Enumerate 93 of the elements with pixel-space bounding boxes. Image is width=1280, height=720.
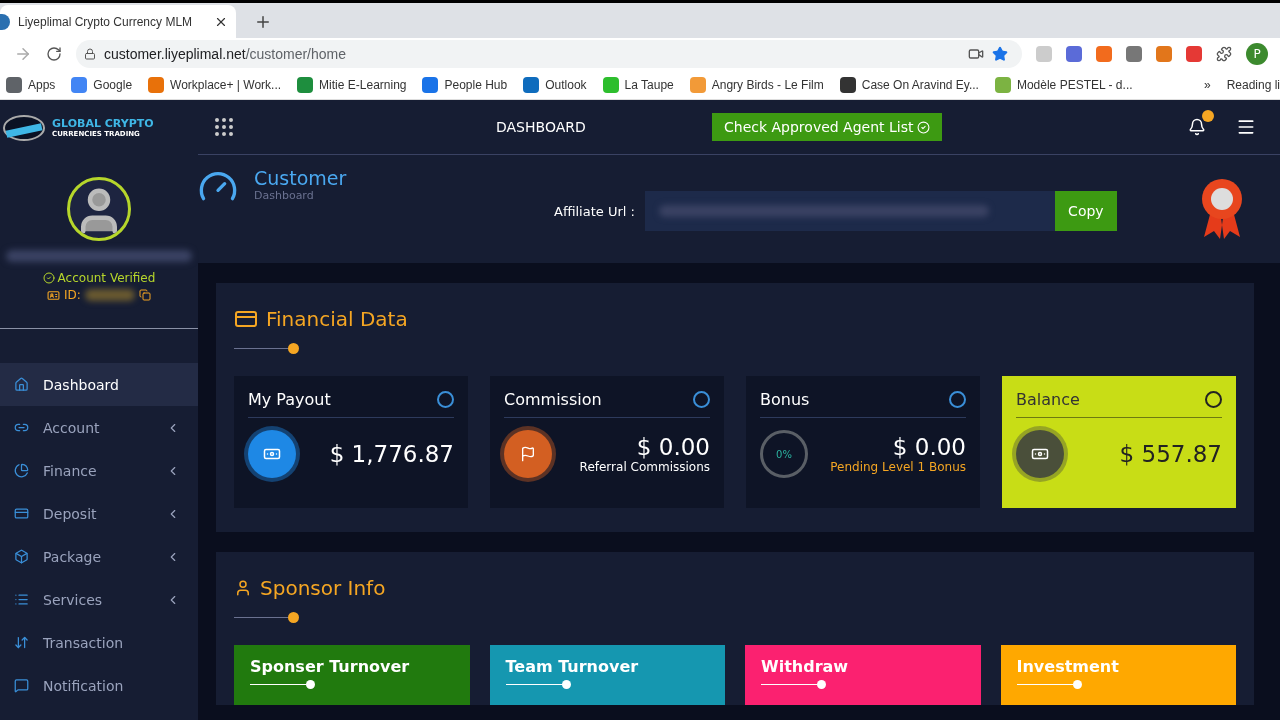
card-title: Team Turnover <box>505 657 640 676</box>
bookmark[interactable]: Mitie E-Learning <box>297 76 407 93</box>
nav-icon <box>14 592 29 607</box>
id-label: ID: <box>64 288 81 302</box>
card-title: Withdraw <box>761 657 850 676</box>
apps-grid-icon[interactable] <box>212 115 236 139</box>
nav-icon <box>14 463 29 478</box>
new-tab-icon[interactable] <box>254 13 272 31</box>
id-card-icon <box>47 288 61 302</box>
address-bar[interactable]: customer.liyeplimal.net/customer/home <box>76 40 1022 68</box>
reading-list[interactable]: Reading li <box>1226 77 1280 92</box>
sidebar-item[interactable]: Package <box>0 535 198 578</box>
card-underline <box>250 680 315 689</box>
sidebar-item[interactable]: Transaction <box>0 621 198 664</box>
nav-icon <box>14 377 29 392</box>
card-title: Sponser Turnover <box>250 657 411 676</box>
browser-tab[interactable]: Liyeplimal Crypto Currency MLM <box>0 5 236 38</box>
notification-badge <box>1202 110 1214 122</box>
extension-icon[interactable] <box>1096 46 1112 62</box>
bookmark[interactable]: Angry Birds - Le Film <box>689 76 824 93</box>
reload-icon[interactable] <box>46 46 62 62</box>
check-icon <box>42 272 55 284</box>
card-title: Investment <box>1016 657 1120 676</box>
affiliate-url-field[interactable] <box>644 191 1055 231</box>
title-underline <box>234 612 299 623</box>
star-icon[interactable] <box>992 46 1008 62</box>
forward-icon[interactable] <box>14 45 32 63</box>
header-title: DASHBOARD <box>496 119 587 135</box>
nav-icon <box>14 635 29 650</box>
sidebar-item[interactable]: Finance <box>0 449 198 492</box>
ring-icon <box>437 391 454 408</box>
sidebar-item[interactable]: Dashboard <box>0 363 198 406</box>
card-underline <box>505 680 571 689</box>
card-title: My Payout <box>248 390 331 409</box>
amount: $ 0.00 <box>892 434 966 460</box>
amount: $ 1,776.87 <box>329 441 454 467</box>
extension-icon[interactable] <box>1126 46 1142 62</box>
lock-icon <box>84 48 96 60</box>
ring-icon <box>1205 391 1222 408</box>
award-ribbon-icon <box>1200 177 1244 239</box>
check-icon <box>917 120 931 134</box>
sidebar-item[interactable]: Account <box>0 406 198 449</box>
sidebar-item[interactable]: Deposit <box>0 492 198 535</box>
amount-note: Referral Commissions <box>579 460 710 474</box>
account-status: Account Verified <box>57 271 156 285</box>
blurred-id <box>84 289 135 301</box>
nav-icon <box>14 506 29 521</box>
affiliate-label: Affiliate Url : <box>554 203 635 219</box>
bookmark[interactable]: Outlook <box>523 76 587 93</box>
card-underline <box>1016 680 1082 689</box>
progress-ring: 0% <box>760 430 808 478</box>
menu-icon[interactable] <box>1236 117 1256 137</box>
card-title: Bonus <box>760 390 810 409</box>
amount: $ 557.87 <box>1119 441 1222 467</box>
bookmark[interactable]: Case On Aravind Ey... <box>839 76 979 93</box>
bookmark[interactable]: Modèle PESTEL - d... <box>994 76 1133 93</box>
bookmark[interactable]: Apps <box>6 76 56 93</box>
card-title: Balance <box>1016 390 1080 409</box>
copy-button[interactable]: Copy <box>1054 191 1117 231</box>
title-underline <box>234 343 299 354</box>
bookmark[interactable]: People Hub <box>422 76 508 93</box>
bookmark[interactable]: La Taupe <box>602 76 674 93</box>
page-subtitle: Dashboard <box>254 189 315 202</box>
url-text: customer.liyeplimal.net/customer/home <box>104 46 346 62</box>
agent-list-button[interactable]: Check Approved Agent List <box>712 113 943 141</box>
section-title: Financial Data <box>266 307 408 331</box>
extension-icon[interactable] <box>1186 46 1202 62</box>
logo-icon <box>2 112 46 143</box>
bookmark[interactable]: Workplace+ | Work... <box>148 76 282 93</box>
sidebar-item[interactable]: Services <box>0 578 198 621</box>
more-bookmarks[interactable]: » <box>1203 77 1211 92</box>
amount-note: Pending Level 1 Bonus <box>830 460 966 474</box>
page-title: Customer <box>254 167 348 189</box>
nav-icon <box>14 549 29 564</box>
favicon-icon <box>0 13 10 30</box>
sidebar-item[interactable]: Notification <box>0 664 198 707</box>
puzzle-icon[interactable] <box>1216 46 1232 62</box>
copy-icon[interactable] <box>138 289 151 301</box>
amount: $ 0.00 <box>636 434 710 460</box>
card-title: Commission <box>504 390 602 409</box>
nav-icon <box>14 678 29 693</box>
bell-icon[interactable] <box>1188 118 1206 136</box>
card-underline <box>761 680 826 689</box>
section-title: Sponsor Info <box>260 576 386 600</box>
camera-icon[interactable] <box>968 46 984 62</box>
bookmark[interactable]: Google <box>71 76 133 93</box>
extension-icon[interactable] <box>1066 46 1082 62</box>
person-icon <box>234 579 252 597</box>
user-avatar <box>67 177 131 241</box>
ring-icon <box>949 391 966 408</box>
extension-icon[interactable] <box>1156 46 1172 62</box>
ring-icon <box>693 391 710 408</box>
profile-avatar[interactable]: P <box>1246 43 1268 65</box>
